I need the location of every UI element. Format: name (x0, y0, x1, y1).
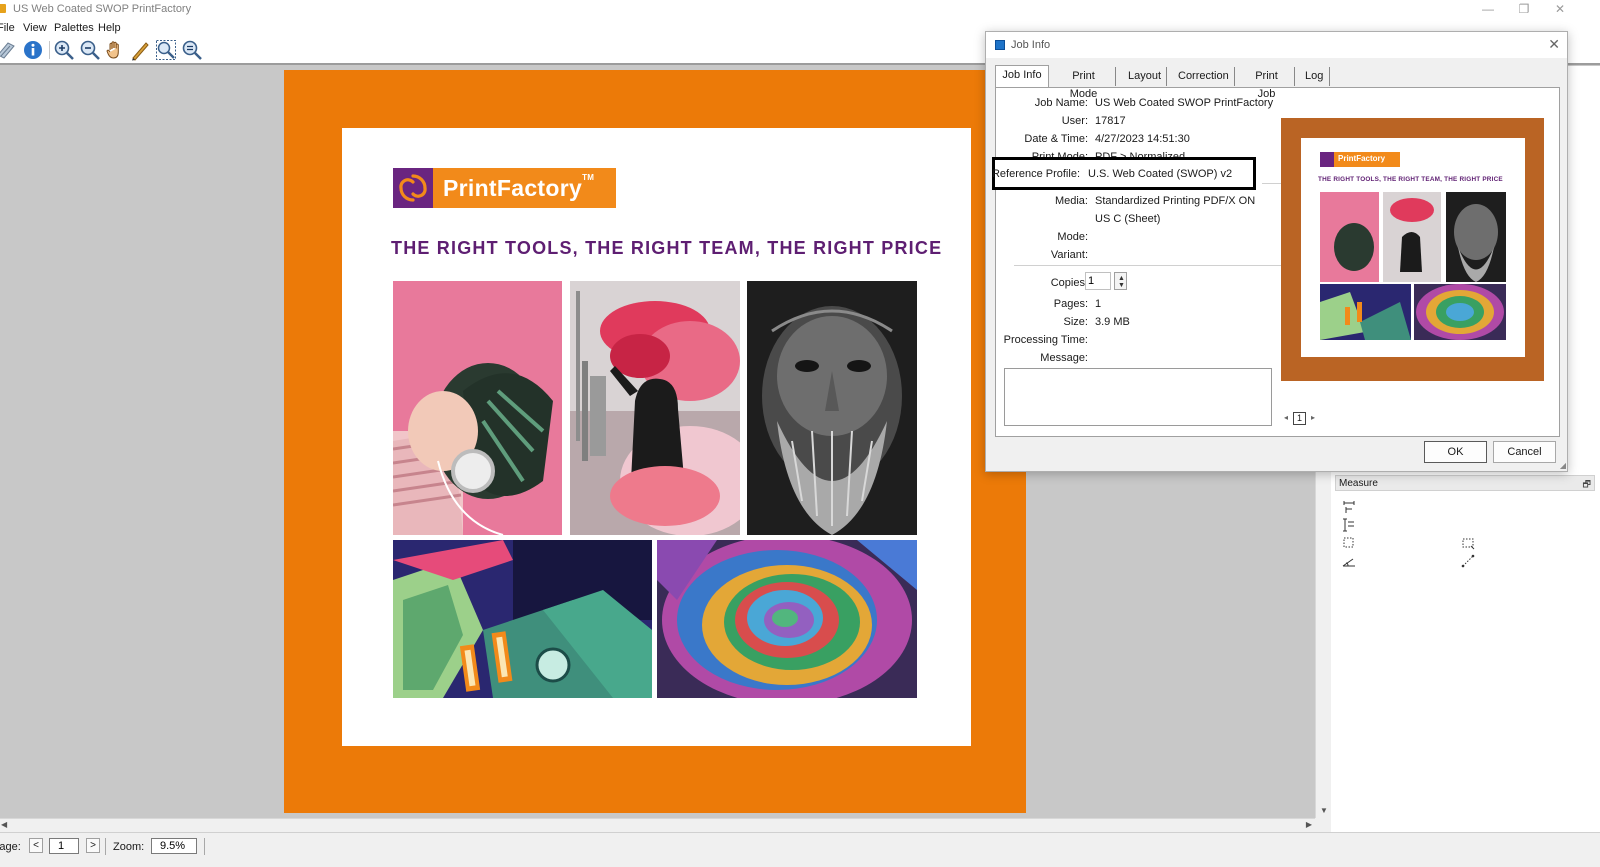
tab-print-mode[interactable]: Print Mode (1052, 67, 1116, 100)
preview-next-page-icon[interactable]: ▸ (1311, 413, 1315, 422)
close-button[interactable]: ✕ (1546, 1, 1574, 17)
dialog-app-icon (995, 40, 1005, 50)
prev-page-button[interactable]: < (29, 838, 43, 853)
status-bar: Page: < > Zoom: (0, 832, 1600, 867)
scroll-down-icon[interactable]: ▼ (1320, 806, 1328, 815)
measure-distance-icon[interactable] (1461, 554, 1475, 568)
minimize-button[interactable]: — (1474, 1, 1502, 17)
info-icon[interactable] (22, 39, 44, 61)
size-value: 3.9 MB (1095, 316, 1130, 328)
zoom-label: Zoom: (113, 841, 145, 853)
processing-time-label: Processing Time: (1003, 334, 1088, 346)
preview-collage (1320, 192, 1506, 340)
user-label: User: (1061, 115, 1088, 127)
menu-view[interactable]: View (23, 22, 47, 34)
pages-label: Pages: (1053, 298, 1088, 310)
printfactory-logo: PrintFactoryTM (393, 168, 616, 208)
logo-text: PrintFactoryTM (443, 173, 595, 201)
photo-old-man (747, 281, 917, 535)
logo-swirl-icon (393, 168, 433, 208)
photo-graffiti (393, 540, 652, 698)
measure-horizontal-icon[interactable] (1342, 500, 1356, 514)
window-title: US Web Coated SWOP PrintFactory (13, 3, 192, 15)
media-label: Media: (1054, 195, 1088, 207)
dialog-close-button[interactable]: ✕ (1548, 36, 1560, 53)
resize-grip-icon[interactable]: ◢ (1560, 461, 1566, 470)
spin-up-icon[interactable]: ▲ (1118, 275, 1125, 282)
restore-button[interactable]: ❐ (1510, 1, 1538, 17)
copies-label: Copies: (1050, 277, 1088, 289)
media-value-line2: US C (Sheet) (1095, 213, 1161, 225)
preview-page: PrintFactory THE RIGHT TOOLS, THE RIGHT … (1301, 138, 1525, 357)
zoom-out-icon[interactable] (79, 39, 101, 61)
menu-help[interactable]: Help (98, 22, 121, 34)
document-content-area: PrintFactoryTM THE RIGHT TOOLS, THE RIGH… (342, 128, 971, 746)
measure-area-icon[interactable] (1342, 536, 1356, 550)
spin-down-icon[interactable]: ▼ (1118, 282, 1125, 289)
job-name-value: US Web Coated SWOP PrintFactory (1095, 97, 1274, 109)
copies-spinner[interactable]: ▲ ▼ (1114, 272, 1127, 290)
message-textarea[interactable] (1004, 368, 1272, 426)
reference-profile-highlight: Reference Profile: U.S. Web Coated (SWOP… (992, 157, 1256, 190)
preview-logo: PrintFactory (1320, 152, 1400, 167)
photo-rainbow-rose (657, 540, 917, 698)
tab-log[interactable]: Log (1299, 67, 1330, 86)
dialog-titlebar: Job Info ✕ (986, 32, 1567, 58)
document-page: PrintFactoryTM THE RIGHT TOOLS, THE RIGH… (284, 70, 1026, 813)
measure-palette-title: Measure (1339, 478, 1378, 489)
message-label: Message: (1040, 352, 1088, 364)
pencil-icon[interactable] (129, 39, 151, 61)
app-icon (0, 4, 6, 13)
window-titlebar: US Web Coated SWOP PrintFactory — ❐ ✕ (0, 0, 1600, 19)
page-label: Page: (0, 841, 21, 853)
pages-value: 1 (1095, 298, 1102, 310)
zoom-actual-icon[interactable] (181, 39, 203, 61)
zoom-in-icon[interactable] (53, 39, 75, 61)
media-value-line1: Standardized Printing PDF/X ON (1095, 195, 1256, 207)
datetime-value: 4/27/2023 14:51:30 (1095, 133, 1190, 145)
measure-select-icon[interactable] (1461, 536, 1475, 550)
datetime-label: Date & Time: (1024, 133, 1088, 145)
dialog-title: Job Info (1011, 39, 1051, 51)
menu-palettes[interactable]: Palettes (54, 22, 94, 34)
preview-prev-page-icon[interactable]: ◂ (1284, 413, 1288, 422)
preview-logo-text: PrintFactory (1338, 154, 1386, 163)
scroll-right-icon[interactable]: ▶ (1306, 820, 1312, 829)
job-preview-thumbnail: PrintFactory THE RIGHT TOOLS, THE RIGHT … (1281, 118, 1544, 381)
measure-vertical-icon[interactable] (1342, 518, 1356, 532)
preview-logo-swirl-icon (1320, 152, 1334, 167)
copies-input[interactable] (1085, 272, 1111, 290)
zoom-input[interactable] (151, 838, 197, 854)
size-label: Size: (1063, 316, 1088, 328)
measure-palette-header: Measure 🗗 (1335, 475, 1595, 491)
horizontal-scrollbar[interactable]: ◀ ▶ (0, 818, 1315, 832)
menu-file[interactable]: File (0, 22, 15, 34)
page-number-input[interactable] (49, 838, 79, 854)
photo-woman-headphones (393, 281, 562, 535)
tab-job-info[interactable]: Job Info (995, 65, 1049, 87)
tab-correction[interactable]: Correction (1172, 67, 1235, 86)
palette-undock-icon[interactable]: 🗗 (1583, 477, 1591, 493)
reference-profile-value: U.S. Web Coated (SWOP) v2 (1088, 168, 1233, 180)
scroll-left-icon[interactable]: ◀ (1, 820, 7, 829)
hand-pan-icon[interactable] (104, 39, 126, 61)
tab-print-job[interactable]: Print Job (1239, 67, 1295, 100)
tab-layout[interactable]: Layout (1122, 67, 1167, 86)
zoom-fit-icon[interactable] (155, 39, 177, 61)
ok-button[interactable]: OK (1424, 441, 1487, 463)
preview-tagline: THE RIGHT TOOLS, THE RIGHT TEAM, THE RIG… (1318, 176, 1503, 183)
photo-smoke-flare (570, 281, 740, 535)
preview-page-number: 1 (1293, 412, 1306, 425)
variant-label: Variant: (1050, 249, 1088, 261)
user-value: 17817 (1095, 115, 1126, 127)
pages-icon[interactable] (0, 39, 18, 61)
document-tagline: THE RIGHT TOOLS, THE RIGHT TEAM, THE RIG… (391, 238, 943, 258)
reference-profile-label: Reference Profile: (991, 168, 1080, 180)
mode-label: Mode: (1057, 231, 1088, 243)
cancel-button[interactable]: Cancel (1493, 441, 1556, 463)
corner-grip (1315, 818, 1331, 832)
next-page-button[interactable]: > (86, 838, 100, 853)
measure-angle-icon[interactable] (1342, 554, 1356, 568)
